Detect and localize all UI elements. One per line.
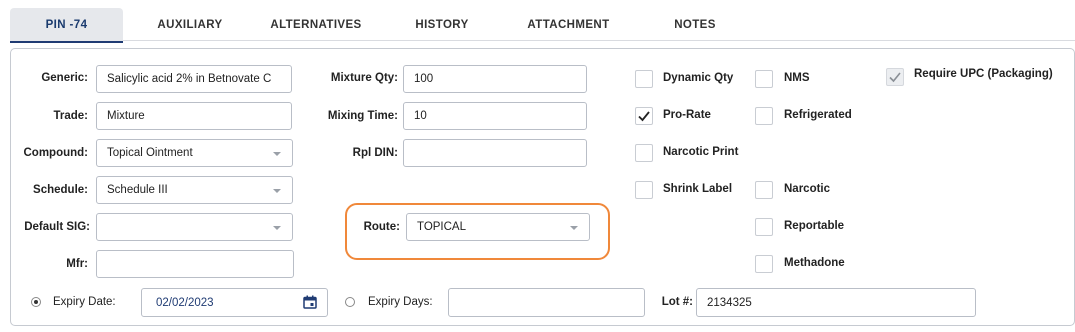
- dynamic-qty-checkbox[interactable]: [635, 70, 653, 88]
- generic-label: Generic:: [41, 72, 88, 84]
- chevron-down-icon: [273, 152, 281, 156]
- schedule-select[interactable]: Schedule III: [96, 176, 293, 204]
- expiry-days-radio[interactable]: [345, 297, 355, 307]
- tab-attachment[interactable]: ATTACHMENT: [510, 8, 627, 41]
- generic-field[interactable]: Salicylic acid 2% in Betnovate C: [96, 65, 292, 93]
- trade-field[interactable]: Mixture: [96, 102, 292, 130]
- rpl-din-field[interactable]: [403, 139, 587, 167]
- narcotic-label: Narcotic: [784, 183, 831, 195]
- narcotic-print-label: Narcotic Print: [663, 146, 739, 158]
- pro-rate-checkbox[interactable]: [635, 107, 653, 125]
- shrink-label-checkbox[interactable]: [635, 181, 653, 199]
- expiry-days-field[interactable]: [448, 288, 645, 317]
- compound-value: Topical Ointment: [107, 147, 193, 159]
- trade-label: Trade:: [53, 110, 88, 122]
- check-icon: [889, 72, 901, 83]
- nms-checkbox[interactable]: [755, 70, 773, 88]
- refrigerated-checkbox[interactable]: [755, 107, 773, 125]
- mfr-field[interactable]: [96, 250, 294, 278]
- check-icon: [638, 111, 650, 122]
- nms-label: NMS: [784, 72, 810, 84]
- lot-field[interactable]: 2134325: [696, 288, 976, 317]
- pro-rate-label: Pro-Rate: [663, 109, 711, 121]
- narcotic-checkbox[interactable]: [755, 181, 773, 199]
- chevron-down-icon: [570, 226, 578, 230]
- route-label: Route:: [363, 221, 400, 233]
- route-select[interactable]: TOPICAL: [406, 213, 590, 241]
- default-sig-label: Default SIG:: [24, 221, 90, 233]
- tab-pin[interactable]: PIN -74: [10, 8, 123, 43]
- default-sig-select[interactable]: [96, 213, 293, 241]
- mixture-qty-field[interactable]: 100: [403, 65, 587, 93]
- dynamic-qty-label: Dynamic Qty: [663, 72, 734, 84]
- mixing-time-label: Mixing Time:: [327, 110, 398, 122]
- schedule-value: Schedule III: [107, 184, 168, 196]
- narcotic-print-checkbox[interactable]: [635, 144, 653, 162]
- tab-bar: PIN -74 AUXILIARY ALTERNATIVES HISTORY A…: [0, 0, 1075, 44]
- tab-alternatives[interactable]: ALTERNATIVES: [256, 8, 376, 41]
- shrink-label-label: Shrink Label: [663, 183, 733, 195]
- rpl-din-label: Rpl DIN:: [352, 147, 398, 159]
- tab-divider: [123, 40, 1075, 41]
- chevron-down-icon: [273, 189, 281, 193]
- expiry-date-field[interactable]: 02/02/2023: [141, 288, 328, 317]
- tab-history[interactable]: HISTORY: [400, 8, 484, 41]
- lot-label: Lot #:: [661, 296, 693, 308]
- reportable-label: Reportable: [784, 220, 845, 232]
- chevron-down-icon: [273, 226, 281, 230]
- expiry-days-label: Expiry Days:: [368, 296, 433, 308]
- compound-select[interactable]: Topical Ointment: [96, 139, 293, 167]
- route-value: TOPICAL: [417, 221, 466, 233]
- calendar-icon[interactable]: [303, 295, 317, 309]
- methadone-checkbox[interactable]: [755, 255, 773, 273]
- tab-auxiliary[interactable]: AUXILIARY: [140, 8, 240, 41]
- expiry-date-label: Expiry Date:: [53, 296, 116, 308]
- methadone-label: Methadone: [784, 257, 845, 269]
- mfr-label: Mfr:: [66, 258, 88, 270]
- expiry-date-radio[interactable]: [31, 297, 41, 307]
- refrigerated-label: Refrigerated: [784, 109, 852, 121]
- schedule-label: Schedule:: [33, 184, 88, 196]
- require-upc-label: Require UPC (Packaging): [914, 68, 1053, 80]
- mixing-time-field[interactable]: 10: [403, 102, 587, 130]
- require-upc-checkbox[interactable]: [886, 68, 904, 86]
- reportable-checkbox[interactable]: [755, 218, 773, 236]
- expiry-date-value: 02/02/2023: [156, 296, 214, 309]
- compound-label: Compound:: [23, 147, 88, 159]
- mixture-qty-label: Mixture Qty:: [330, 72, 398, 84]
- tab-notes[interactable]: NOTES: [655, 8, 735, 41]
